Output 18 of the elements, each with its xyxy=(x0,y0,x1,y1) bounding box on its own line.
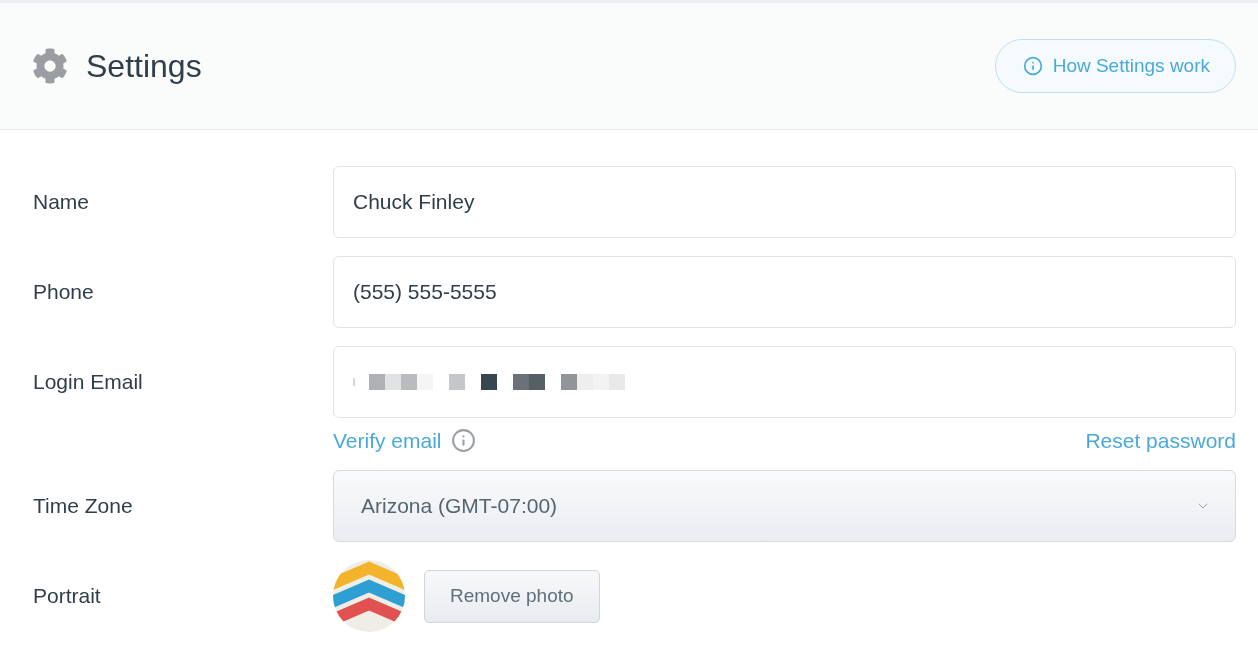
field-label: Portrait xyxy=(33,583,101,610)
remove-photo-button[interactable]: Remove photo xyxy=(424,569,600,623)
field-label: Login Email xyxy=(33,369,143,396)
field-label: Time Zone xyxy=(33,493,133,520)
timezone-select[interactable]: Arizona (GMT-07:00) xyxy=(333,470,1236,542)
field-label: Name xyxy=(33,189,90,216)
gear-icon xyxy=(32,48,68,84)
email-input-field[interactable] xyxy=(333,346,1236,418)
info-icon xyxy=(1022,56,1043,76)
text-input-field[interactable]: Chuck Finley xyxy=(333,166,1236,238)
text-link[interactable]: Reset password xyxy=(1085,429,1236,451)
text-link[interactable]: Verify email xyxy=(333,429,442,451)
page-title: Settings xyxy=(86,50,202,82)
pixelated-redaction-icon xyxy=(353,374,625,390)
help-button[interactable]: How Settings work xyxy=(994,39,1236,93)
text-input-field[interactable]: (555) 555-5555 xyxy=(333,256,1236,328)
info-icon[interactable] xyxy=(450,427,476,453)
field-label: Phone xyxy=(33,279,94,306)
